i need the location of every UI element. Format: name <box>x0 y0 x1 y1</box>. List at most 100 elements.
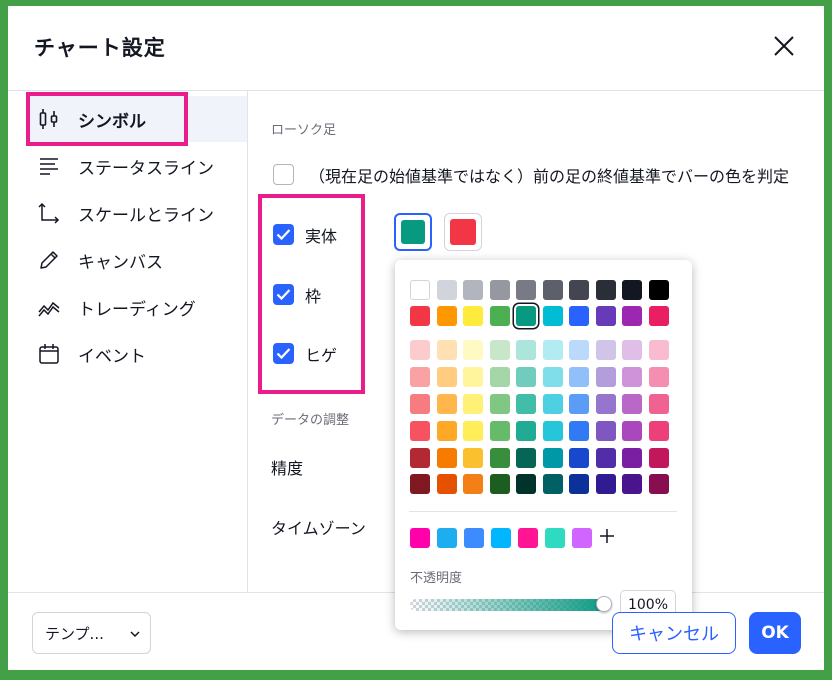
sidebar-item-status-line[interactable]: ステータスライン <box>30 143 247 189</box>
color-swatch[interactable] <box>489 421 510 441</box>
color-swatch[interactable] <box>569 474 589 494</box>
color-swatch[interactable] <box>463 421 483 441</box>
sidebar-item-trading[interactable]: トレーディング <box>30 284 247 330</box>
color-swatch[interactable] <box>489 474 510 494</box>
color-swatch[interactable] <box>436 448 457 468</box>
color-swatch[interactable] <box>516 421 536 441</box>
color-swatch[interactable] <box>569 394 589 414</box>
color-swatch[interactable] <box>489 340 510 360</box>
color-swatch[interactable] <box>542 367 563 387</box>
color-swatch[interactable] <box>595 280 616 300</box>
color-swatch[interactable] <box>489 280 510 300</box>
color-swatch[interactable] <box>569 448 589 468</box>
color-swatch[interactable] <box>410 306 430 326</box>
color-swatch[interactable] <box>648 474 669 494</box>
color-swatch[interactable] <box>648 421 669 441</box>
color-swatch[interactable] <box>516 340 536 360</box>
color-swatch[interactable] <box>542 340 563 360</box>
custom-color-swatch[interactable] <box>518 528 538 548</box>
color-swatch[interactable] <box>436 306 457 326</box>
color-swatch[interactable] <box>410 340 430 360</box>
custom-color-swatch[interactable] <box>545 528 565 548</box>
color-swatch[interactable] <box>516 448 536 468</box>
color-swatch[interactable] <box>648 394 669 414</box>
color-swatch[interactable] <box>436 340 457 360</box>
color-swatch[interactable] <box>436 421 457 441</box>
color-swatch[interactable] <box>648 306 669 326</box>
sidebar-item-events[interactable]: イベント <box>30 331 247 377</box>
cancel-button[interactable]: キャンセル <box>612 612 736 654</box>
color-swatch[interactable] <box>648 280 669 300</box>
custom-color-swatch[interactable] <box>410 528 430 548</box>
opacity-slider-thumb[interactable] <box>596 596 612 612</box>
color-swatch[interactable] <box>542 421 563 441</box>
color-swatch[interactable] <box>410 448 430 468</box>
color-swatch[interactable] <box>542 280 563 300</box>
color-swatch[interactable] <box>622 306 642 326</box>
color-swatch[interactable] <box>595 306 616 326</box>
color-swatch[interactable] <box>516 280 536 300</box>
opacity-slider[interactable] <box>410 599 610 611</box>
color-swatch[interactable] <box>648 367 669 387</box>
color-swatch[interactable] <box>463 394 483 414</box>
color-swatch[interactable] <box>622 340 642 360</box>
color-swatch[interactable] <box>622 474 642 494</box>
color-swatch[interactable] <box>542 474 563 494</box>
custom-color-swatch[interactable] <box>491 528 511 548</box>
custom-color-swatch[interactable] <box>437 528 457 548</box>
sidebar-item-canvas[interactable]: キャンバス <box>30 237 247 283</box>
color-swatch[interactable] <box>410 280 430 300</box>
color-swatch[interactable] <box>542 394 563 414</box>
sidebar-item-symbol[interactable]: シンボル <box>30 96 247 142</box>
color-swatch[interactable] <box>463 280 483 300</box>
color-swatch[interactable] <box>595 394 616 414</box>
color-swatch[interactable] <box>569 340 589 360</box>
color-swatch[interactable] <box>489 367 510 387</box>
color-swatch[interactable] <box>569 306 589 326</box>
wick-checkbox[interactable] <box>273 343 294 364</box>
color-swatch[interactable] <box>622 367 642 387</box>
color-swatch[interactable] <box>595 340 616 360</box>
color-swatch[interactable] <box>516 367 536 387</box>
color-swatch[interactable] <box>410 421 430 441</box>
color-swatch[interactable] <box>516 306 536 326</box>
up-color-button[interactable] <box>394 213 432 251</box>
custom-color-swatch[interactable] <box>464 528 484 548</box>
color-swatch[interactable] <box>595 448 616 468</box>
custom-color-swatch[interactable] <box>572 528 592 548</box>
ok-button[interactable]: OK <box>749 612 801 654</box>
color-swatch[interactable] <box>622 394 642 414</box>
close-button[interactable] <box>770 32 798 60</box>
color-swatch[interactable] <box>410 394 430 414</box>
color-swatch[interactable] <box>489 394 510 414</box>
color-swatch[interactable] <box>648 448 669 468</box>
body-checkbox[interactable] <box>273 224 294 245</box>
color-swatch[interactable] <box>410 367 430 387</box>
color-swatch[interactable] <box>542 448 563 468</box>
template-dropdown[interactable]: テンプ... <box>32 612 151 654</box>
color-swatch[interactable] <box>463 448 483 468</box>
color-swatch[interactable] <box>410 474 430 494</box>
color-swatch[interactable] <box>463 367 483 387</box>
color-swatch[interactable] <box>622 280 642 300</box>
color-swatch[interactable] <box>542 306 563 326</box>
color-swatch[interactable] <box>463 474 483 494</box>
color-swatch[interactable] <box>569 280 589 300</box>
color-swatch[interactable] <box>489 306 510 326</box>
color-swatch[interactable] <box>463 340 483 360</box>
color-swatch[interactable] <box>436 367 457 387</box>
color-swatch[interactable] <box>516 394 536 414</box>
color-swatch[interactable] <box>489 448 510 468</box>
color-swatch[interactable] <box>516 474 536 494</box>
border-checkbox[interactable] <box>273 284 294 305</box>
color-swatch[interactable] <box>436 474 457 494</box>
color-swatch[interactable] <box>463 306 483 326</box>
color-swatch[interactable] <box>648 340 669 360</box>
color-swatch[interactable] <box>436 394 457 414</box>
color-swatch[interactable] <box>595 474 616 494</box>
color-swatch[interactable] <box>595 421 616 441</box>
color-swatch[interactable] <box>622 421 642 441</box>
down-color-button[interactable] <box>444 213 482 251</box>
add-custom-color-button[interactable] <box>597 526 617 546</box>
color-swatch[interactable] <box>622 448 642 468</box>
